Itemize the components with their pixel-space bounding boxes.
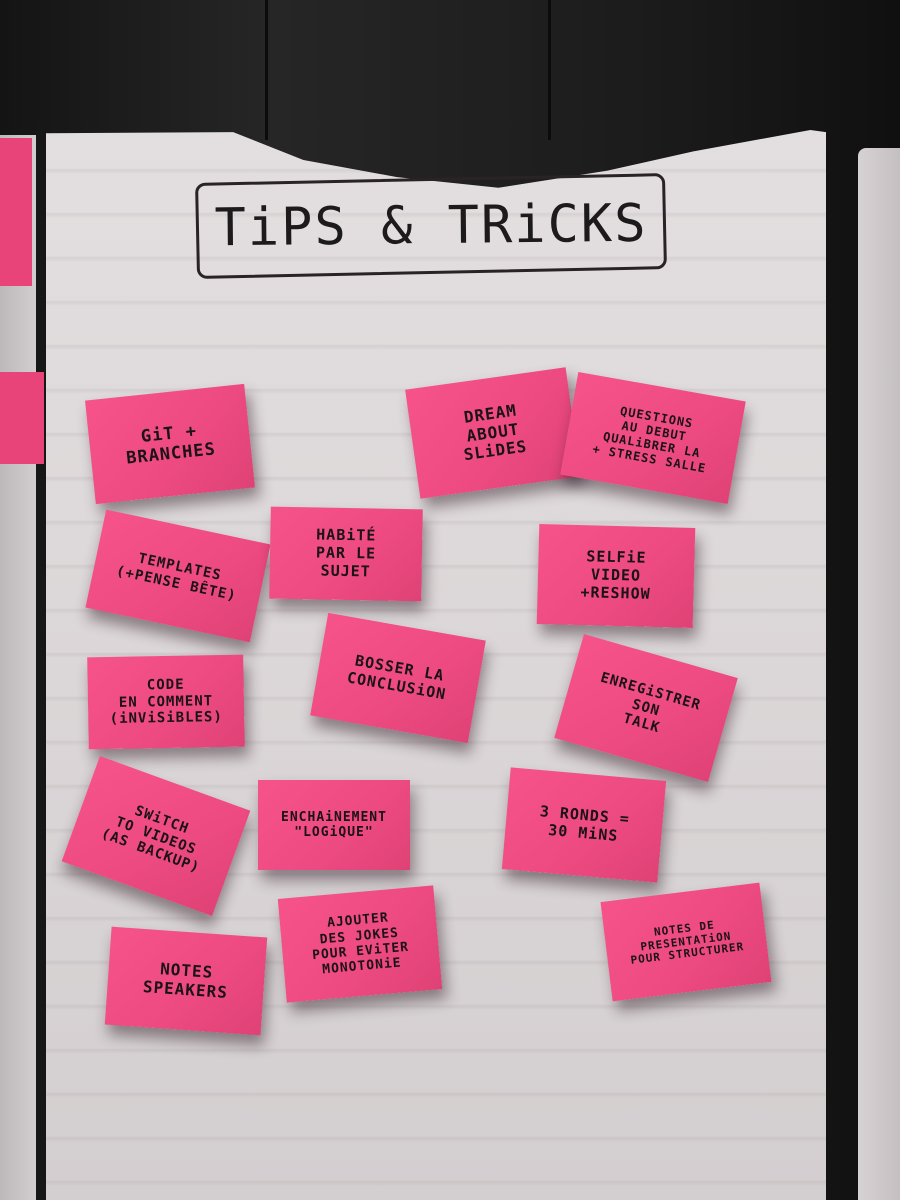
wall-seam — [548, 0, 551, 140]
sticky-note-ajouter-des-jokes: AJOUTER DES JOKES POUR EViTER MONOTONiE — [277, 885, 443, 1003]
sticky-note-enchainement-logique: ENCHAiNEMENT "LOGiQUE" — [258, 780, 410, 870]
sticky-note-notes-speakers: NOTES SPEAKERS — [104, 926, 268, 1036]
sticky-note-selfie-video: SELFiE VIDEO +RESHOW — [536, 523, 696, 629]
sticky-note-habite-par-le-sujet: HABiTÉ PAR LE SUJET — [269, 506, 423, 602]
right-flipchart-edge — [858, 148, 900, 1200]
sticky-note-dream-about-slides: DREAM ABOUT SLiDES — [405, 367, 581, 499]
title-frame: TiPS & TRiCKS — [195, 173, 667, 279]
left-side-sticky-note — [0, 138, 32, 286]
wall-seam — [265, 0, 268, 140]
sticky-note-3-ronds-30-mins: 3 RONDS = 30 MiNS — [501, 767, 667, 883]
sticky-note-notes-de-presentation: NOTES DE PRESENTATiON POUR STRUCTURER — [600, 882, 772, 1002]
photo-scene: TiPS & TRiCKS GiT + BRANCHES DREAM ABOUT… — [0, 0, 900, 1200]
board-title: TiPS & TRiCKS — [214, 193, 648, 259]
sticky-note-git-branches: GiT + BRANCHES — [85, 383, 255, 505]
sticky-note-code-en-comment: CODE EN COMMENT (iNViSiBLES) — [87, 654, 245, 750]
left-side-sticky-note — [0, 372, 44, 464]
left-flipchart-edge — [0, 135, 36, 1200]
